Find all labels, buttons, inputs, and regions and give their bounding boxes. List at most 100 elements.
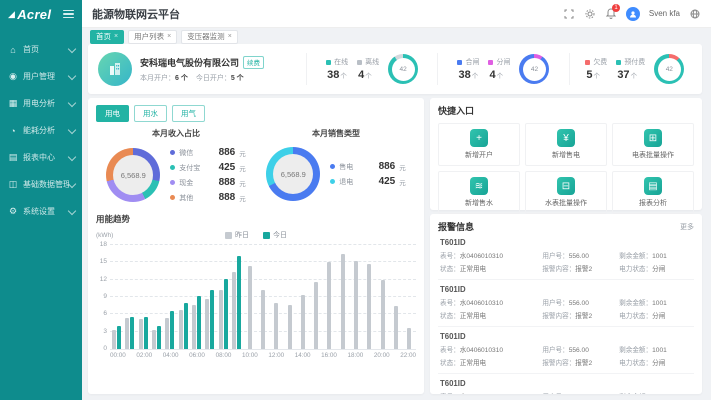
quick-entry-item[interactable]: ⊞ 电表批量操作	[612, 123, 694, 166]
sidebar-item[interactable]: ◔ 能耗分析	[0, 117, 82, 144]
trend-bars	[110, 245, 416, 349]
income-title: 本月收入占比	[96, 128, 256, 139]
quick-entry-card: 快捷入口 + 新增开户 ¥ 新增售电 ⊞ 电表批量操作 ≋ 新增售水 ⊟ 水表批…	[430, 98, 702, 210]
chevron-down-icon	[68, 179, 76, 187]
chevron-down-icon	[68, 98, 76, 106]
quick-entry-item[interactable]: ▤ 报表分析	[612, 171, 694, 214]
alarm-user-no: 用户号：556.00	[542, 297, 615, 307]
report-analysis-icon: ▤	[644, 177, 662, 195]
alarm-device-id: T601ID	[440, 285, 692, 294]
bar-group	[256, 245, 269, 349]
alarm-item[interactable]: T601ID 表号：水0406010310 用户号：556.00 剩余金额：10…	[438, 374, 694, 394]
close-icon[interactable]: ×	[228, 33, 232, 40]
notification-badge: 1	[612, 4, 620, 12]
sidebar-item[interactable]: ◉ 用户管理	[0, 63, 82, 90]
tab-transformer-monitor[interactable]: 变压器监测×	[181, 30, 238, 44]
sidebar-item[interactable]: ⚙ 系统设置	[0, 198, 82, 225]
bar-group	[403, 245, 416, 349]
bar-group	[323, 245, 336, 349]
sidebar-item[interactable]: ▤ 报表中心	[0, 144, 82, 171]
username[interactable]: Sven kfa	[649, 9, 680, 18]
sidebar-item-label: 系统设置	[23, 206, 69, 217]
alarm-card: 报警信息 更多 T601ID 表号：水0406010310 用户号：556.00…	[430, 214, 702, 394]
alarm-item[interactable]: T601ID 表号：水0406010310 用户号：556.00 剩余金额：10…	[438, 280, 694, 327]
language-globe-icon[interactable]	[689, 8, 701, 20]
alarm-user-no: 用户号：556.00	[542, 250, 615, 260]
user-add-icon: +	[470, 129, 488, 147]
quick-entry-item[interactable]: ≋ 新增售水	[438, 171, 520, 214]
sidebar-item-label: 报表中心	[23, 152, 69, 163]
sales-donut: 6,568.9	[266, 147, 320, 201]
bar-group	[203, 245, 216, 349]
menu-item-icon: ◉	[7, 71, 19, 82]
alarm-meter-no: 表号：水0406010310	[440, 344, 538, 354]
more-link[interactable]: 更多	[680, 222, 694, 232]
close-icon[interactable]: ×	[167, 33, 171, 40]
bar-group	[176, 245, 189, 349]
close-icon[interactable]: ×	[114, 33, 118, 40]
quick-entry-label: 新增开户	[465, 150, 493, 160]
bar-group	[230, 245, 243, 349]
bar-group	[243, 245, 256, 349]
bell-icon[interactable]: 1	[605, 8, 617, 20]
sidebar-item[interactable]: ▦ 用电分析	[0, 90, 82, 117]
bar-group	[349, 245, 362, 349]
quick-entry-label: 新增售水	[465, 198, 493, 208]
bar-group	[150, 245, 163, 349]
quick-entry-label: 电表批量操作	[632, 150, 674, 160]
tab-electricity[interactable]: 用电	[96, 105, 129, 122]
alarm-title: 报警信息	[438, 220, 474, 233]
energy-card: 用电 用水 用气 本月收入占比 6,568.9 微信886元 支付宝425元 现…	[88, 98, 424, 394]
alarm-device-id: T601ID	[440, 332, 692, 341]
closed-stat: 合闸 38个	[457, 57, 479, 81]
alarm-power-state: 电力状态：分闸	[619, 357, 692, 367]
menu-item-icon: ⌂	[7, 45, 19, 55]
chevron-down-icon	[68, 125, 76, 133]
quick-entry-item[interactable]: ⊟ 水表批量操作	[525, 171, 607, 214]
quick-entry-label: 报表分析	[639, 198, 667, 208]
alarm-status: 状态：正常用电	[440, 310, 538, 320]
sell-water-icon: ≋	[470, 177, 488, 195]
alarm-content: 报警内容：报警2	[542, 263, 615, 273]
alarm-power-state: 电力状态：分闸	[619, 310, 692, 320]
bar-group	[296, 245, 309, 349]
sidebar: ◢ Acrel ⌂ 首页 ◉ 用户管理 ▦ 用电分析 ◔ 能耗分析 ▤ 报表中心…	[0, 0, 82, 400]
bar-group	[137, 245, 150, 349]
online-status-group: 在线 38个 离线 4个 42	[315, 54, 429, 84]
income-section: 本月收入占比 6,568.9 微信886元 支付宝425元 现金888元 其他8…	[96, 128, 256, 203]
chevron-down-icon	[68, 44, 76, 52]
avatar[interactable]	[626, 7, 640, 21]
bar-group	[110, 245, 123, 349]
menu-item-icon: ◔	[7, 126, 19, 136]
trend-xlabels: 00:0002:0004:0006:0008:0010:0012:0014:00…	[110, 352, 416, 359]
prepaid-stat: 预付费 37个	[616, 57, 645, 81]
tab-user-list[interactable]: 用户列表×	[128, 30, 177, 44]
alarm-item[interactable]: T601ID 表号：水0406010310 用户号：556.00 剩余金额：10…	[438, 233, 694, 280]
fullscreen-icon[interactable]	[563, 8, 575, 20]
trend-chart: 用能趋势 (kWh) 昨日 今日 0369121518 00:0002:0004…	[96, 213, 416, 359]
tab-home[interactable]: 首页×	[90, 30, 124, 44]
quick-entry-item[interactable]: + 新增开户	[438, 123, 520, 166]
water-meter-batch-icon: ⊟	[557, 177, 575, 195]
quick-entry-label: 水表批量操作	[545, 198, 587, 208]
alarm-item[interactable]: T601ID 表号：水0406010310 用户号：556.00 剩余金额：10…	[438, 327, 694, 374]
renew-badge[interactable]: 续费	[243, 56, 264, 69]
tab-water[interactable]: 用水	[134, 105, 167, 122]
settings-gear-icon[interactable]	[584, 8, 596, 20]
chevron-down-icon	[68, 152, 76, 160]
bar-group	[309, 245, 322, 349]
bar-group	[336, 245, 349, 349]
quick-entry-item[interactable]: ¥ 新增售电	[525, 123, 607, 166]
alarm-status: 状态：正常用电	[440, 357, 538, 367]
bar-group	[376, 245, 389, 349]
sidebar-item[interactable]: ⌂ 首页	[0, 36, 82, 63]
company-avatar	[98, 52, 132, 86]
alarm-balance: 剩余金额：1001	[619, 250, 692, 260]
page-title: 能源物联网云平台	[92, 6, 180, 22]
open-stat: 分闸 4个	[488, 57, 510, 81]
arrears-stat: 欠费 5个	[585, 57, 607, 81]
header: 能源物联网云平台 1 Sven kfa	[82, 0, 711, 28]
sidebar-item[interactable]: ◫ 基础数据管理	[0, 171, 82, 198]
menu-collapse-icon[interactable]	[63, 8, 74, 21]
tab-gas[interactable]: 用气	[172, 105, 205, 122]
